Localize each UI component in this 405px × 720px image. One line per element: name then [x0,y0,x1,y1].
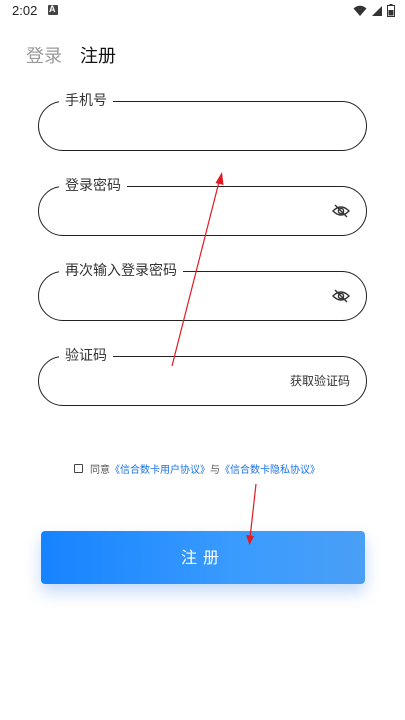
password-field[interactable]: 登录密码 [38,178,367,236]
auth-tabs: 登录 注册 [26,42,116,68]
signal-icon [372,5,382,16]
user-agreement-link[interactable]: 《信合数卡用户协议》 [110,461,210,476]
notification-icon [48,4,58,15]
tab-register[interactable]: 注册 [80,42,116,68]
verification-code-field[interactable]: 验证码 获取验证码 [38,348,367,406]
status-icons [353,4,395,17]
verification-code-input[interactable] [59,371,266,395]
wifi-icon [353,5,367,16]
confirm-password-label: 再次输入登录密码 [59,263,183,279]
register-button[interactable]: 注册 [41,531,365,584]
phone-label: 手机号 [59,93,113,109]
tab-login[interactable]: 登录 [26,42,62,68]
confirm-password-input[interactable] [59,286,316,310]
eye-off-icon[interactable] [332,289,350,303]
confirm-password-field[interactable]: 再次输入登录密码 [38,263,367,321]
battery-icon [387,4,395,17]
password-label: 登录密码 [59,178,127,194]
agreement-connector: 与 [210,465,220,476]
agreement-prefix: 同意 [90,465,110,476]
phone-field[interactable]: 手机号 [38,93,367,151]
phone-input[interactable] [59,116,316,140]
get-code-button[interactable]: 获取验证码 [290,372,350,389]
eye-off-icon[interactable] [332,204,350,218]
privacy-agreement-link[interactable]: 《信合数卡隐私协议》 [220,461,320,476]
agreement-checkbox[interactable] [74,464,83,473]
verification-code-label: 验证码 [59,348,113,364]
agreement-row: 同意 《信合数卡用户协议》 与 《信合数卡隐私协议》 [74,461,320,476]
password-input[interactable] [59,201,316,225]
status-bar: 2:02 [0,0,405,24]
status-time: 2:02 [12,3,38,18]
